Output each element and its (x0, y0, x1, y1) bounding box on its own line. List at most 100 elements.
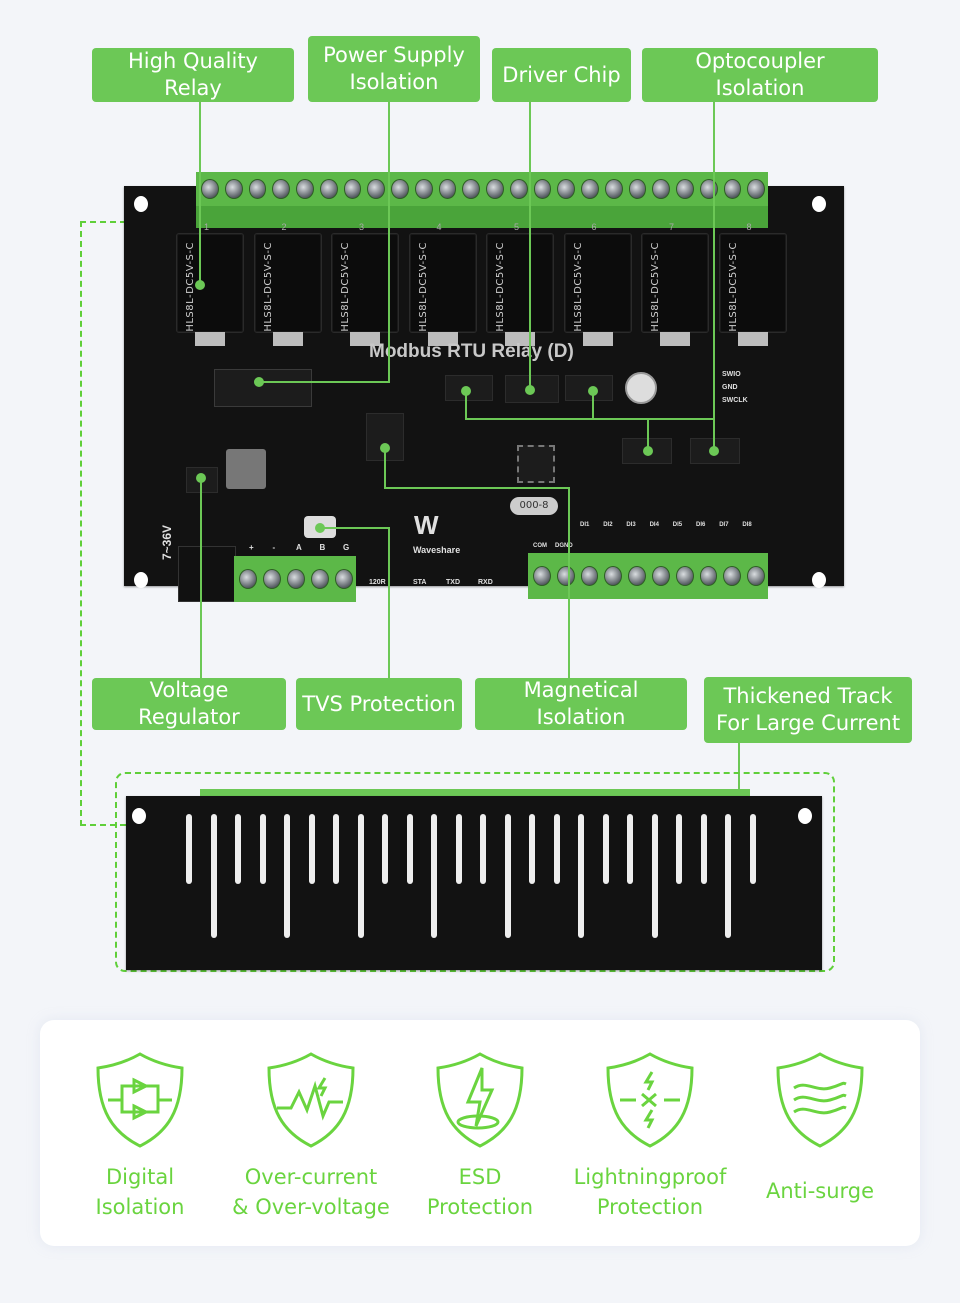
relay-tab (737, 332, 768, 346)
thick-trace (308, 814, 315, 884)
rs485-terminals (234, 556, 356, 602)
thick-trace (504, 814, 511, 938)
leader-line (199, 102, 201, 287)
relay-tab (272, 332, 303, 346)
relay-number: 3 (359, 222, 365, 232)
relay: HLS8L-DC5V-S-C (253, 233, 322, 346)
led-label-txd: TXD (446, 579, 460, 586)
thick-trace (284, 814, 290, 938)
screw-icon (224, 179, 243, 199)
leader-dot (643, 446, 653, 456)
leader-line (388, 527, 390, 678)
mount-hole (132, 808, 146, 824)
mount-hole (134, 572, 148, 588)
feature-digital-isolation: Digital Isolation (55, 1020, 225, 1222)
rs485-terminal-label: - (272, 543, 276, 552)
screw-icon (367, 179, 385, 199)
screw-icon (652, 179, 670, 199)
crystal: 000-8 (510, 497, 558, 515)
di-label: DI6 (696, 522, 706, 528)
anti-surge-icon (776, 1052, 864, 1148)
relay-model-label: HLS8L-DC5V-S-C (650, 242, 661, 332)
screw-icon (628, 179, 647, 199)
screw-icon (676, 179, 694, 199)
callout-voltage-regulator: Voltage Regulator (92, 678, 286, 730)
power-jack (178, 546, 236, 602)
mount-hole (134, 196, 148, 212)
mount-hole (798, 808, 812, 824)
callout-magnetical-isolation: Magnetical Isolation (475, 678, 687, 730)
relay: HLS8L-DC5V-S-C (641, 233, 709, 346)
relay-model-label: HLS8L-DC5V-S-C (495, 242, 506, 332)
rs485-terminal-label: + (249, 543, 254, 552)
callout-high-quality-relay: High Quality Relay (92, 48, 294, 102)
swd-pin-label: SWCLK (722, 397, 748, 404)
digital-input-terminals (528, 553, 768, 599)
thick-trace (725, 814, 731, 938)
brand-label: Waveshare (413, 545, 461, 555)
screw-icon (263, 569, 281, 589)
dashed-connector-left (80, 221, 126, 826)
screw-icon (311, 569, 329, 589)
relay-number: 5 (514, 222, 520, 232)
screw-icon (239, 569, 257, 589)
thick-trace (676, 814, 682, 884)
thick-trace (578, 814, 584, 938)
screw-icon (581, 179, 599, 199)
leader-dot (380, 443, 390, 453)
screw-icon (248, 179, 267, 199)
mcu-chip (517, 445, 555, 483)
relay-model-label: HLS8L-DC5V-S-C (340, 242, 351, 332)
callout-thickened-track: Thickened Track For Large Current (704, 677, 912, 743)
di-common-label: DGND (555, 543, 573, 549)
rs485-terminal-label: B (319, 543, 326, 552)
screw-icon (556, 566, 575, 586)
leader-line (465, 418, 715, 420)
thick-trace (700, 814, 707, 884)
leader-dot (196, 473, 206, 483)
relay-number: 4 (436, 222, 442, 232)
screw-icon (699, 566, 718, 586)
thick-trace (529, 814, 535, 884)
mount-hole (812, 196, 826, 212)
feature-label: Lightningproof Protection (573, 1165, 727, 1219)
screw-icon (414, 179, 433, 199)
relay-model-label: HLS8L-DC5V-S-C (727, 242, 739, 332)
relay-number: 2 (281, 222, 287, 232)
relay-number: 8 (746, 222, 752, 232)
di-common-label: COM (533, 543, 547, 549)
relay-tab (660, 332, 690, 346)
relay: HLS8L-DC5V-S-C (718, 233, 787, 346)
relay-number: 7 (669, 222, 675, 232)
screw-icon (604, 566, 623, 586)
electrolytic-capacitor (625, 372, 657, 404)
relay-model-label: HLS8L-DC5V-S-C (417, 242, 429, 332)
leader-dot (525, 385, 535, 395)
feature-label: Over-current & Over-voltage (232, 1165, 390, 1219)
screw-icon (557, 179, 575, 199)
thick-trace (186, 814, 192, 884)
screw-icon (287, 569, 305, 589)
rs485-terminal-label: G (343, 543, 350, 552)
screw-icon (747, 566, 765, 586)
screw-icon (723, 566, 742, 586)
screw-icon (580, 566, 599, 586)
lightningproof-icon (606, 1052, 694, 1148)
leader-line (319, 527, 389, 529)
relay-tab (582, 332, 613, 346)
feature-label: Digital Isolation (95, 1165, 185, 1219)
thick-trace (553, 814, 560, 884)
screw-icon (319, 179, 338, 199)
board-title: Modbus RTU Relay (D) (369, 341, 574, 362)
leader-dot (588, 386, 598, 396)
inductor (226, 449, 266, 489)
thick-trace (333, 814, 339, 884)
leader-line (529, 102, 531, 388)
screw-icon (438, 179, 457, 199)
screw-icon (335, 569, 353, 589)
leader-dot (195, 280, 205, 290)
screw-icon (604, 179, 623, 199)
screw-icon (675, 566, 694, 586)
screw-icon (343, 179, 362, 199)
leader-line (592, 392, 594, 420)
